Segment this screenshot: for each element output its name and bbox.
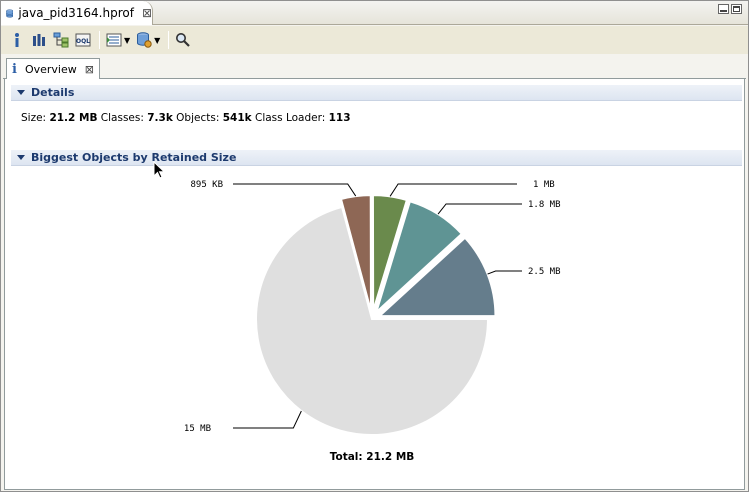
slice-label: 895 KB <box>190 180 223 190</box>
slice-leader-line <box>233 183 357 197</box>
slice-leader-line <box>437 203 522 215</box>
toolbar-separator <box>168 31 170 49</box>
mouse-cursor-icon <box>153 161 165 179</box>
info-icon <box>15 33 19 47</box>
database-icon <box>6 9 14 17</box>
slice-label: 15 MB <box>184 424 211 434</box>
oql-icon: OQL <box>75 33 91 47</box>
toolbar: OQL ▼ ▼ <box>1 26 748 54</box>
tab-overview[interactable]: i Overview ⊠ <box>6 58 100 80</box>
pie-total-label: Total: 21.2 MB <box>330 451 415 463</box>
close-icon[interactable]: ⊠ <box>142 7 152 19</box>
oql-button[interactable]: OQL <box>73 30 93 50</box>
svg-text:OQL: OQL <box>76 38 90 45</box>
toolbar-separator <box>99 31 100 49</box>
slice-leader-line <box>487 270 522 275</box>
slice-label: 2.5 MB <box>528 267 561 277</box>
chevron-down-icon[interactable]: ▼ <box>154 36 160 45</box>
tab-overview-label: Overview <box>24 63 77 76</box>
dominator-tree-button[interactable] <box>51 30 71 50</box>
histogram-icon <box>33 34 45 46</box>
minimize-button[interactable] <box>718 4 729 14</box>
window-controls <box>718 4 742 14</box>
retained-size-pie-chart: 2.5 MB 1.8 MB 1 MB 895 KB 15 MB Total: 21.2 M… <box>184 180 561 463</box>
chevron-down-icon[interactable]: ▼ <box>124 36 130 45</box>
inner-tab-strip: i Overview ⊠ <box>3 58 746 80</box>
maximize-button[interactable] <box>731 4 742 14</box>
query-browser-button[interactable] <box>104 30 124 50</box>
overview-content: Details Size: 21.2 MB Classes: 7.3k Obje… <box>4 79 745 490</box>
query-browser-icon <box>106 33 122 47</box>
editor-tab-heap-dump[interactable]: java_pid3164.hprof ⊠ <box>1 1 153 25</box>
histogram-button[interactable] <box>29 30 49 50</box>
slice-label: 1 MB <box>533 180 555 190</box>
editor-tab-strip: java_pid3164.hprof ⊠ <box>1 1 748 25</box>
info-icon: i <box>12 62 17 77</box>
search-button[interactable] <box>173 30 193 50</box>
dominator-tree-icon <box>53 32 69 48</box>
editor-frame: java_pid3164.hprof ⊠ OQL ▼ ▼ i Overview … <box>0 0 749 492</box>
heap-dump-overview-icon <box>137 32 152 48</box>
slice-label: 1.8 MB <box>528 200 561 210</box>
slice-leader-line <box>389 183 517 197</box>
info-button[interactable] <box>7 30 27 50</box>
heap-dump-overview-button[interactable] <box>134 30 154 50</box>
editor-tab-label: java_pid3164.hprof <box>18 6 134 20</box>
slice-leader-line <box>233 410 302 429</box>
search-icon <box>176 33 191 47</box>
close-icon[interactable]: ⊠ <box>85 63 94 76</box>
